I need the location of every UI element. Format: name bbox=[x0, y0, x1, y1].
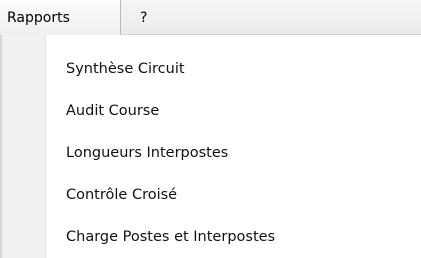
menu-help[interactable]: ? bbox=[140, 0, 160, 35]
menu-item-synthese-circuit[interactable]: Synthèse Circuit bbox=[66, 55, 185, 83]
menu-bar: Rapports ? bbox=[0, 0, 421, 35]
dropdown-edge bbox=[0, 35, 2, 258]
menu-item-label: Charge Postes et Interpostes bbox=[66, 229, 276, 245]
dropdown-gutter bbox=[0, 35, 46, 258]
screen: Rapports ? Synthèse Circuit Audit Course… bbox=[0, 0, 421, 258]
menu-item-audit-course[interactable]: Audit Course bbox=[66, 97, 159, 125]
menu-rapports[interactable]: Rapports bbox=[0, 0, 121, 35]
menu-rapports-label: Rapports bbox=[7, 10, 70, 26]
menu-item-label: Contrôle Croisé bbox=[66, 187, 178, 203]
menu-help-label: ? bbox=[140, 10, 148, 26]
menu-item-longueurs-interpostes[interactable]: Longueurs Interpostes bbox=[66, 139, 228, 167]
menu-item-charge-postes-interpostes[interactable]: Charge Postes et Interpostes bbox=[66, 223, 275, 251]
menu-item-controle-croise[interactable]: Contrôle Croisé bbox=[66, 181, 177, 209]
menu-item-label: Audit Course bbox=[66, 103, 160, 119]
menu-item-label: Longueurs Interpostes bbox=[66, 145, 229, 161]
rapports-dropdown-menu: Synthèse Circuit Audit Course Longueurs … bbox=[46, 35, 421, 258]
menu-item-label: Synthèse Circuit bbox=[66, 61, 185, 77]
